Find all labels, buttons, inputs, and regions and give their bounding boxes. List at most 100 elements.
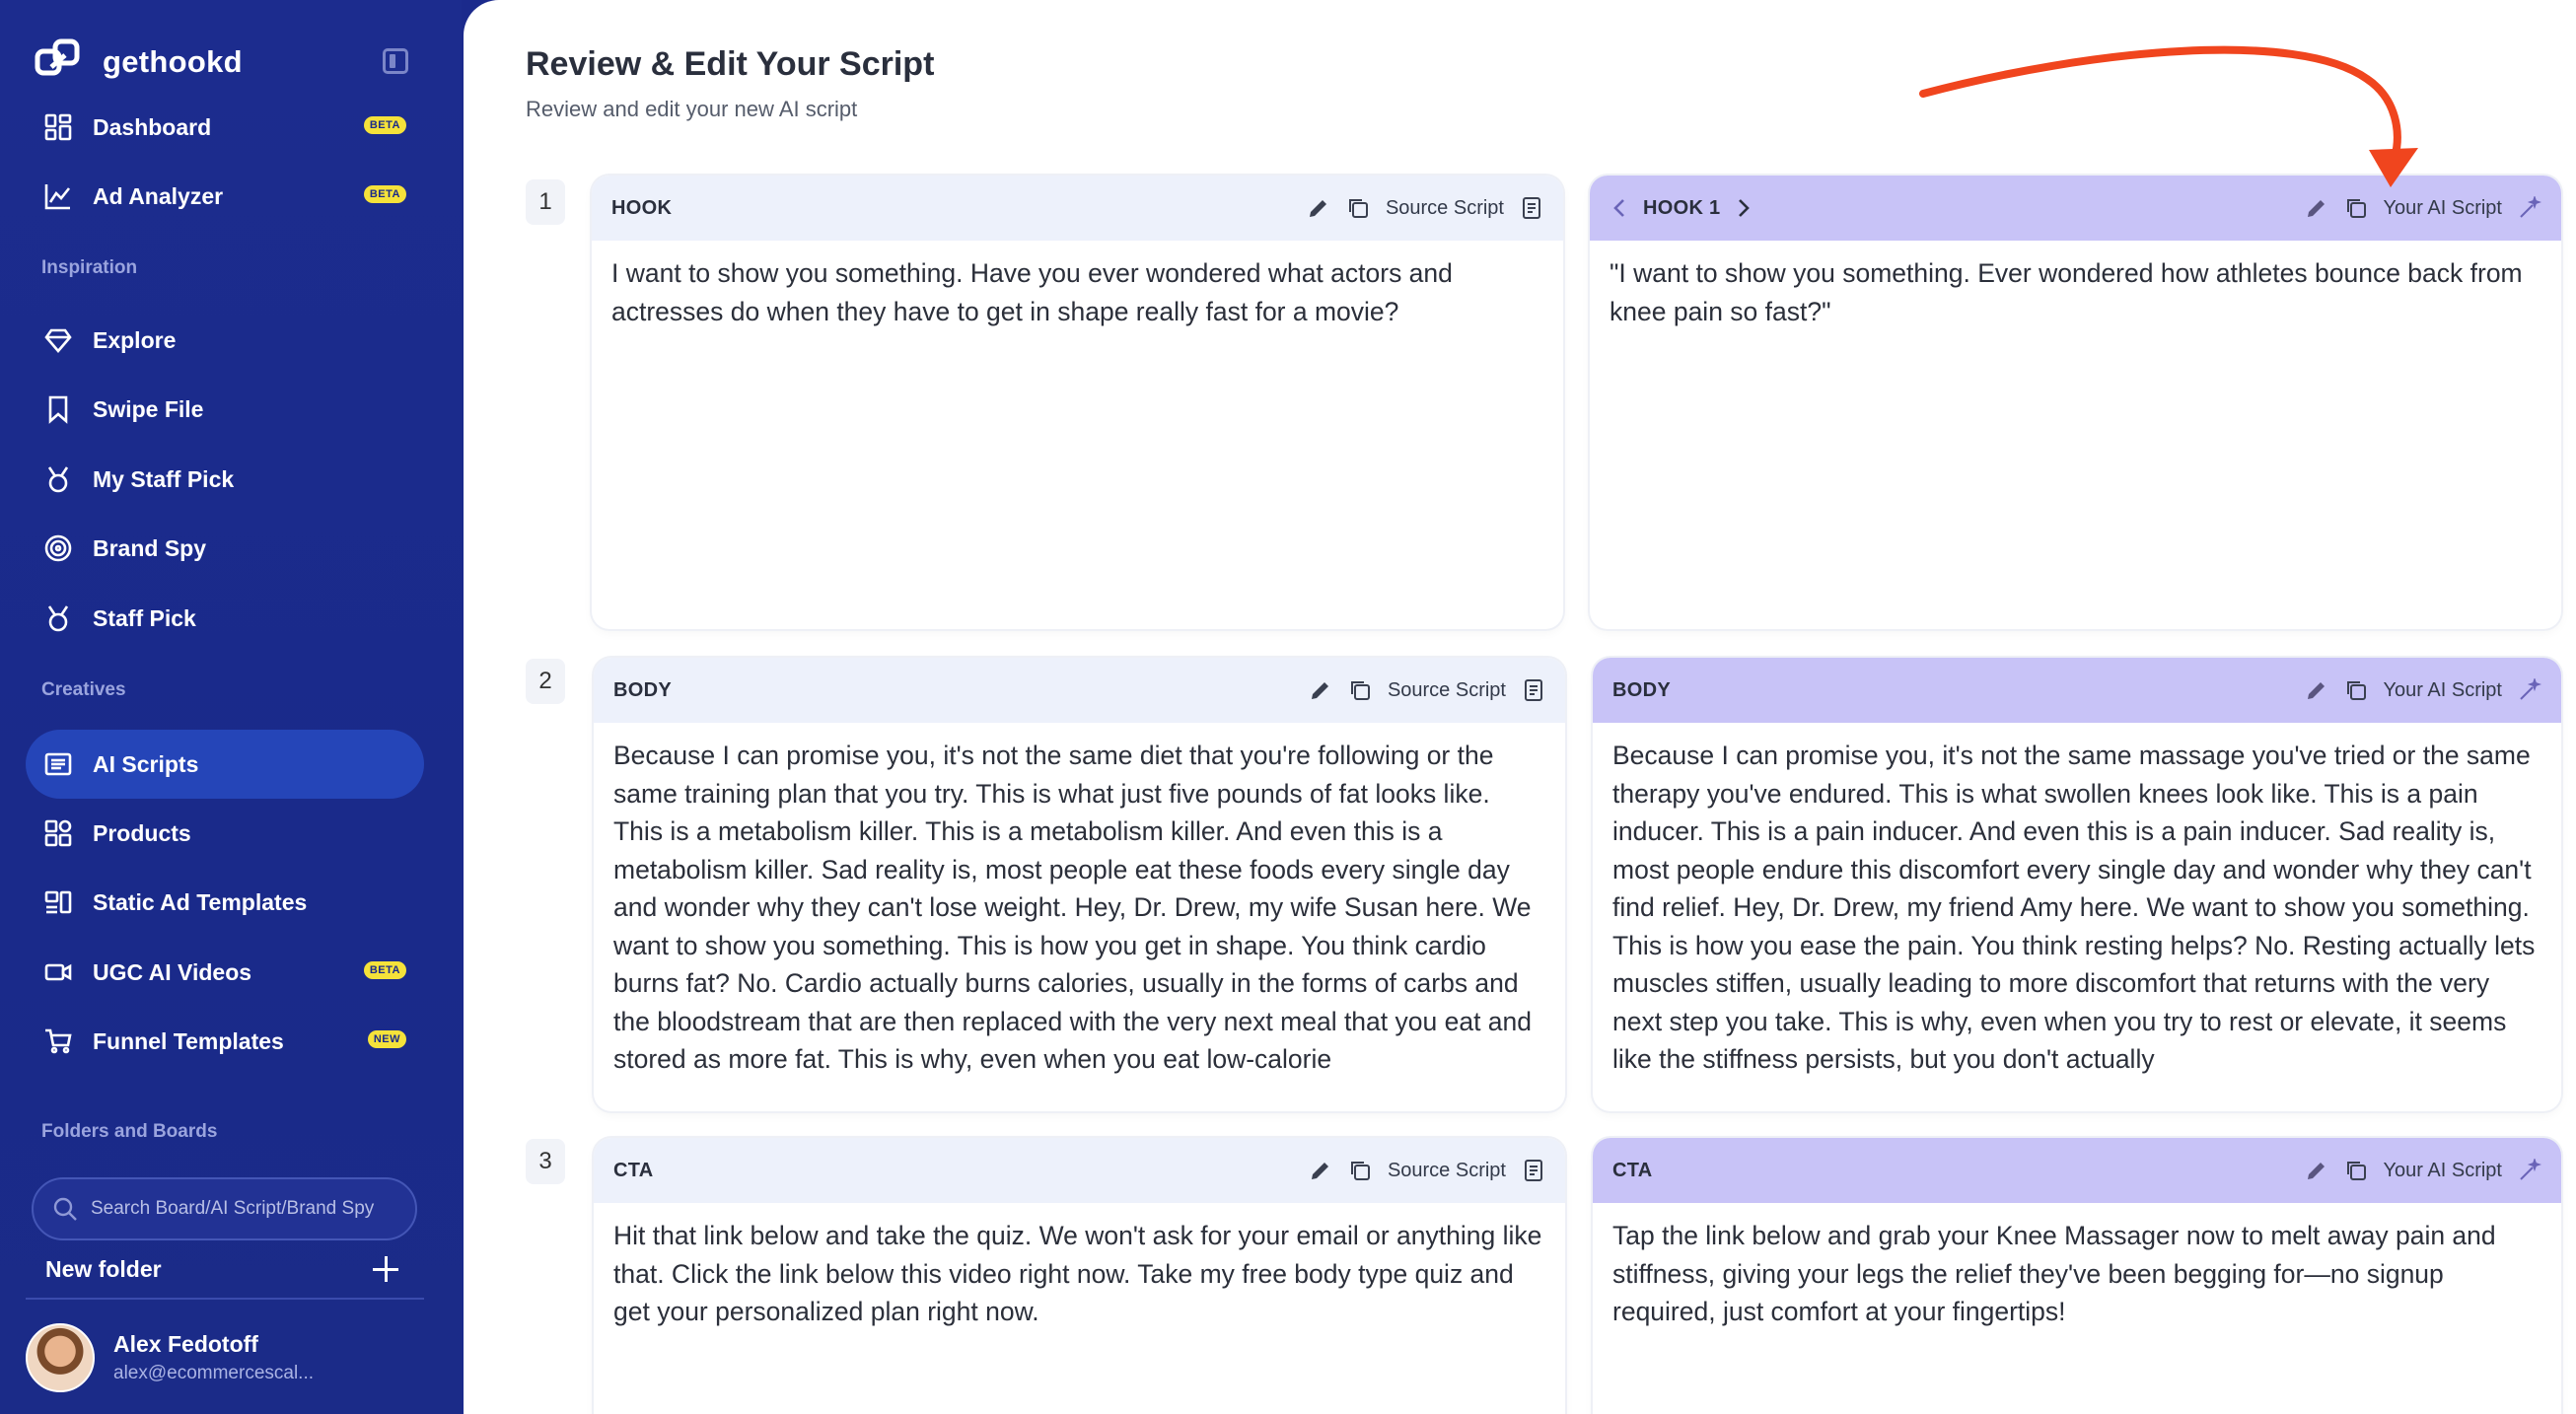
beta-badge: BETA bbox=[363, 961, 406, 979]
copy-icon[interactable] bbox=[2344, 1159, 2368, 1182]
card-header: HOOK Source Script bbox=[592, 176, 1563, 241]
search-board-field[interactable] bbox=[32, 1177, 417, 1240]
document-icon bbox=[1525, 1160, 1542, 1181]
sidebar-item-label: Static Ad Templates bbox=[93, 888, 308, 915]
pencil-icon[interactable] bbox=[2305, 1159, 2328, 1182]
pencil-icon[interactable] bbox=[2305, 678, 2328, 702]
chart-icon bbox=[44, 184, 71, 210]
sidebar-item-ad-analyzer[interactable]: Ad Analyzer BETA bbox=[26, 162, 424, 231]
section-label: HOOK bbox=[611, 196, 673, 219]
sidebar-item-label: Swipe File bbox=[93, 395, 204, 422]
copy-icon[interactable] bbox=[2344, 196, 2368, 220]
ai-script-label: Your AI Script bbox=[2383, 196, 2502, 219]
sidebar-divider bbox=[26, 1298, 424, 1300]
row-number: 3 bbox=[526, 1139, 565, 1184]
page-subtitle: Review and edit your new AI script bbox=[526, 97, 858, 121]
pencil-icon[interactable] bbox=[1309, 1159, 1332, 1182]
sidebar-item-explore[interactable]: Explore bbox=[26, 306, 424, 375]
beta-badge: BETA bbox=[363, 185, 406, 203]
medal-icon bbox=[47, 466, 69, 493]
sidebar-item-my-staff-pick[interactable]: My Staff Pick bbox=[26, 445, 424, 514]
card-header: BODY Source Script bbox=[594, 658, 1565, 723]
sidebar-item-staff-pick[interactable]: Staff Pick bbox=[26, 584, 424, 653]
source-cta-card: CTA Source Script Hit that link below an… bbox=[594, 1138, 1565, 1414]
page-title: Review & Edit Your Script bbox=[526, 45, 935, 83]
script-text[interactable]: "I want to show you something. Ever wond… bbox=[1590, 241, 2561, 330]
ai-hook-card: HOOK 1 Your AI Script "I want to show yo… bbox=[1590, 176, 2561, 629]
bookmark-icon bbox=[48, 395, 68, 424]
script-text[interactable]: Because I can promise you, it's not the … bbox=[1593, 723, 2561, 1079]
magic-wand-icon[interactable] bbox=[2518, 678, 2541, 702]
collapse-sidebar-icon[interactable] bbox=[383, 48, 408, 74]
new-folder-label: New folder bbox=[45, 1256, 162, 1282]
video-icon bbox=[44, 963, 72, 981]
sidebar-item-ugc-ai-videos[interactable]: UGC AI Videos BETA bbox=[26, 938, 424, 1007]
script-text[interactable]: I want to show you something. Have you e… bbox=[592, 241, 1563, 330]
section-label: CTA bbox=[613, 1159, 654, 1181]
pencil-icon[interactable] bbox=[1309, 678, 1332, 702]
magic-wand-icon[interactable] bbox=[2518, 196, 2541, 220]
section-label: CTA bbox=[1612, 1159, 1653, 1181]
source-script-label: Source Script bbox=[1387, 1159, 1506, 1181]
products-icon bbox=[44, 819, 72, 847]
chevron-left-icon[interactable] bbox=[1610, 197, 1631, 219]
sidebar-item-swipe-file[interactable]: Swipe File bbox=[26, 375, 424, 444]
sidebar-item-label: Staff Pick bbox=[93, 604, 196, 631]
search-icon bbox=[53, 1197, 77, 1221]
source-script-label: Source Script bbox=[1385, 196, 1504, 219]
script-text[interactable]: Hit that link below and take the quiz. W… bbox=[594, 1203, 1565, 1331]
section-label: BODY bbox=[613, 678, 672, 701]
user-email: alex@ecommercescal... bbox=[113, 1363, 315, 1383]
sidebar-item-funnel-templates[interactable]: Funnel Templates NEW bbox=[26, 1007, 424, 1076]
avatar[interactable] bbox=[26, 1323, 95, 1392]
sidebar-item-label: Explore bbox=[93, 326, 177, 353]
sidebar-item-label: My Staff Pick bbox=[93, 465, 235, 492]
sidebar-item-label: AI Scripts bbox=[93, 750, 199, 777]
card-header: CTA Source Script bbox=[594, 1138, 1565, 1203]
copy-icon[interactable] bbox=[1348, 678, 1372, 702]
section-label-folders: Folders and Boards bbox=[41, 1121, 218, 1142]
sidebar-item-label: Dashboard bbox=[93, 113, 212, 140]
section-label-inspiration: Inspiration bbox=[41, 257, 138, 278]
script-icon bbox=[44, 752, 72, 776]
sidebar-item-label: Products bbox=[93, 819, 191, 846]
chevron-right-icon[interactable] bbox=[1732, 197, 1753, 219]
script-text[interactable]: Because I can promise you, it's not the … bbox=[594, 723, 1565, 1079]
magic-wand-icon[interactable] bbox=[2518, 1159, 2541, 1182]
sidebar-item-brand-spy[interactable]: Brand Spy bbox=[26, 514, 424, 583]
main-content: Review & Edit Your Script Review and edi… bbox=[464, 0, 2576, 1414]
section-label-creatives: Creatives bbox=[41, 679, 126, 700]
beta-badge: BETA bbox=[363, 116, 406, 134]
target-icon bbox=[44, 534, 72, 562]
sidebar-item-label: UGC AI Videos bbox=[93, 958, 252, 985]
copy-icon[interactable] bbox=[1346, 196, 1370, 220]
sidebar-item-static-ad-templates[interactable]: Static Ad Templates bbox=[26, 868, 424, 937]
medal-icon bbox=[47, 605, 69, 632]
logo-icon bbox=[35, 38, 80, 76]
source-hook-card: HOOK Source Script I want to show you so… bbox=[592, 176, 1563, 629]
sidebar-item-label: Ad Analyzer bbox=[93, 182, 224, 209]
card-header: CTA Your AI Script bbox=[1593, 1138, 2561, 1203]
pencil-icon[interactable] bbox=[1307, 196, 1330, 220]
ai-cta-card: CTA Your AI Script Tap the link below an… bbox=[1593, 1138, 2561, 1414]
add-folder-plus-icon[interactable] bbox=[369, 1252, 404, 1288]
cart-icon bbox=[45, 1028, 72, 1054]
user-name: Alex Fedotoff bbox=[113, 1331, 258, 1357]
diamond-icon bbox=[44, 328, 72, 353]
sidebar-item-dashboard[interactable]: Dashboard BETA bbox=[26, 93, 424, 162]
templates-icon bbox=[44, 890, 72, 914]
sidebar-item-products[interactable]: Products bbox=[26, 799, 424, 868]
copy-icon[interactable] bbox=[1348, 1159, 1372, 1182]
document-icon bbox=[1523, 197, 1540, 219]
row-number: 2 bbox=[526, 659, 565, 704]
pencil-icon[interactable] bbox=[2305, 196, 2328, 220]
script-text[interactable]: Tap the link below and grab your Knee Ma… bbox=[1593, 1203, 2561, 1331]
app-logo[interactable]: gethookd bbox=[34, 37, 243, 87]
copy-icon[interactable] bbox=[2344, 678, 2368, 702]
card-header: HOOK 1 Your AI Script bbox=[1590, 176, 2561, 241]
sidebar-item-ai-scripts[interactable]: AI Scripts bbox=[26, 730, 424, 799]
ai-body-card: BODY Your AI Script Because I can promis… bbox=[1593, 658, 2561, 1111]
search-input[interactable] bbox=[91, 1198, 406, 1220]
new-badge: NEW bbox=[367, 1030, 406, 1048]
hook-variant-label: HOOK 1 bbox=[1643, 196, 1721, 219]
